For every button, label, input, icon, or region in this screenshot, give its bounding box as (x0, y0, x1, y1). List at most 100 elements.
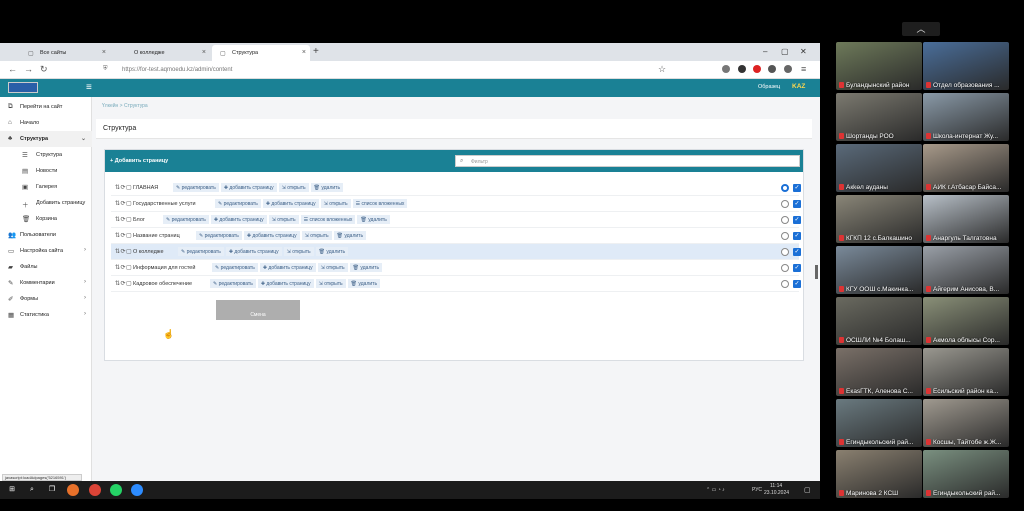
participant-video-tile[interactable]: Егиндыкольский рай... (836, 399, 922, 447)
row-action-button[interactable]: ✚ добавить страницу (243, 231, 300, 240)
participant-video-tile[interactable]: Буландынский район (836, 42, 922, 90)
row-action-button[interactable]: ✎ редактировать (212, 263, 258, 272)
extension-red-icon[interactable] (753, 65, 761, 73)
participant-video-tile[interactable]: Акмола облысы Сор... (923, 297, 1009, 345)
row-action-button[interactable]: ✚ добавить страницу (257, 279, 314, 288)
row-action-button[interactable]: 🗑 удалить (347, 279, 381, 288)
sidebar-item-go-to-site[interactable]: ⧉ Перейти на сайт (0, 99, 92, 115)
structure-row[interactable]: ⇅⟳▢ Блог ✎ редактировать ✚ добавить страниц… (111, 212, 801, 228)
participant-video-tile[interactable]: КГКП 12 с.Балкашино (836, 195, 922, 243)
row-action-button[interactable]: ✎ редактировать (215, 199, 261, 208)
row-action-button[interactable]: ☰ список вложенных (300, 215, 356, 224)
row-action-button[interactable]: ⇲ открыть (320, 199, 351, 208)
close-icon[interactable]: × (102, 49, 106, 56)
tab-about[interactable]: О колледже × (114, 45, 210, 61)
sidebar-item-users[interactable]: 👥 Пользователи (0, 227, 92, 243)
row-title[interactable]: Информация для гостей (133, 265, 195, 271)
row-action-button[interactable]: ✚ добавить страницу (262, 199, 319, 208)
structure-row[interactable]: ⇅⟳▢ Кадровое обеспечение ✎ редактировать ✚ … (111, 276, 801, 292)
close-icon[interactable]: × (302, 49, 306, 56)
new-tab-icon[interactable]: + (313, 46, 319, 57)
whatsapp-icon[interactable] (110, 484, 122, 496)
download-icon[interactable] (768, 65, 776, 73)
back-icon[interactable]: ← (8, 64, 17, 74)
language-switch[interactable]: KAZ (792, 83, 805, 90)
row-action-button[interactable]: ⇲ открыть (283, 247, 314, 256)
sidebar-subitem-gallery[interactable]: ▣ Галерея (0, 179, 92, 195)
row-action-button[interactable]: ✚ добавить страницу (210, 215, 267, 224)
keyboard-language[interactable]: РУС (752, 487, 762, 493)
chevron-up-icon[interactable]: ︿ (902, 22, 940, 36)
sidebar-subitem-news[interactable]: ▤ Новости (0, 163, 92, 179)
row-action-button[interactable]: ✎ редактировать (163, 215, 209, 224)
row-checkbox[interactable]: ✓ (793, 200, 801, 208)
row-action-button[interactable]: 🗑 удалить (349, 263, 383, 272)
row-action-button[interactable]: 🗑 удалить (315, 247, 349, 256)
participant-video-tile[interactable]: Косшы, Тайтобе ж.Ж... (923, 399, 1009, 447)
structure-row[interactable]: ⇅⟳▢ Государственные услуги ✎ редактировать… (111, 196, 801, 212)
participant-video-tile[interactable]: Айгерим Анисова, В... (923, 246, 1009, 294)
participant-video-tile[interactable]: Школа-интернат Жу... (923, 93, 1009, 141)
site-logo[interactable] (8, 82, 38, 93)
extensions-icon[interactable] (784, 65, 792, 73)
row-title[interactable]: Кадровое обеспечение (133, 281, 192, 287)
row-action-button[interactable]: ✎ редактировать (210, 279, 256, 288)
row-action-button[interactable]: ✚ добавить страницу (259, 263, 316, 272)
row-radio[interactable] (781, 248, 789, 256)
url-field[interactable]: ⛨ https://for-test.aqmoedu.kz/admin/cont… (100, 64, 670, 76)
drag-handle-icon[interactable]: ⇅⟳▢ (115, 184, 132, 191)
sidebar-item-structure[interactable]: ♣ Структура ⌄ (0, 131, 92, 147)
tray-icons[interactable]: ⌃ ▭ ◔ ♪ (706, 487, 725, 493)
windows-start-icon[interactable]: ⊞ (6, 484, 18, 496)
row-action-button[interactable]: ⇲ открыть (268, 215, 299, 224)
sidebar-subitem-trash[interactable]: 🗑 Корзина (0, 211, 92, 227)
hamburger-icon[interactable]: ≡ (86, 82, 92, 93)
participant-video-tile[interactable]: Маринова 2 КСШ (836, 450, 922, 498)
sidebar-item-files[interactable]: ▰ Файлы (0, 259, 92, 275)
chrome-icon[interactable] (89, 484, 101, 496)
structure-row[interactable]: ⇅⟳▢ Информация для гостей ✎ редактировать ✚… (111, 260, 801, 276)
row-title[interactable]: Блог (133, 217, 145, 223)
row-radio[interactable] (781, 184, 789, 192)
row-title[interactable]: Название страниц (133, 233, 180, 239)
structure-row[interactable]: ⇅⟳▢ О колледже ✎ редактировать ✚ добавить с… (111, 244, 801, 260)
task-view-icon[interactable]: ❐ (46, 484, 58, 496)
sidebar-item-settings[interactable]: ▭ Настройка сайта › (0, 243, 92, 259)
row-checkbox[interactable]: ✓ (793, 216, 801, 224)
drag-handle-icon[interactable]: ⇅⟳▢ (115, 200, 132, 207)
participant-video-tile[interactable]: Акkөл ауданы (836, 144, 922, 192)
row-checkbox[interactable]: ✓ (793, 184, 801, 192)
window-close-icon[interactable]: ✕ (800, 47, 807, 56)
row-action-button[interactable]: 🗑 удалить (357, 215, 390, 224)
row-action-button[interactable]: ✎ редактировать (173, 183, 219, 192)
participant-video-tile[interactable]: ОСШЛИ №4 Болаш... (836, 297, 922, 345)
row-radio[interactable] (781, 264, 789, 272)
participant-video-tile[interactable]: КГУ ООШ с.Макинка... (836, 246, 922, 294)
sidebar-subitem-add-page[interactable]: ＋ Добавить страницу (0, 195, 92, 211)
bookmark-star-icon[interactable]: ☆ (658, 64, 666, 75)
sidebar-item-stats[interactable]: ▦ Статистика › (0, 307, 92, 323)
structure-row[interactable]: ⇅⟳▢ ГЛАВНАЯ ✎ редактировать ✚ добавить стра… (111, 180, 801, 196)
row-action-button[interactable]: ✚ добавить страницу (225, 247, 282, 256)
firefox-icon[interactable] (67, 484, 79, 496)
search-icon[interactable]: ⌕ (26, 484, 38, 496)
extension-dark-icon[interactable] (738, 65, 746, 73)
participant-video-tile[interactable]: Шортанды РОО (836, 93, 922, 141)
row-action-button[interactable]: ✎ редактировать (196, 231, 242, 240)
pocket-icon[interactable] (722, 65, 730, 73)
forward-icon[interactable]: → (24, 64, 33, 74)
participant-video-tile[interactable]: Егиндыкольский рай... (923, 450, 1009, 498)
row-radio[interactable] (781, 280, 789, 288)
structure-row[interactable]: ⇅⟳▢ Название страниц ✎ редактировать ✚ доба… (111, 228, 801, 244)
sidebar-subitem-structure[interactable]: ☰ Структура (0, 147, 92, 163)
drag-handle-icon[interactable]: ⇅⟳▢ (115, 264, 132, 271)
menu-icon[interactable]: ≡ (801, 64, 806, 74)
row-checkbox[interactable]: ✓ (793, 232, 801, 240)
row-checkbox[interactable]: ✓ (793, 264, 801, 272)
drag-handle-icon[interactable]: ⇅⟳▢ (115, 280, 132, 287)
row-action-button[interactable]: ⇲ открыть (278, 183, 309, 192)
participant-video-tile[interactable]: Есильский район ка... (923, 348, 1009, 396)
row-action-button[interactable]: ⇲ открыть (301, 231, 332, 240)
sidebar-item-home[interactable]: ⌂ Начало (0, 115, 92, 131)
header-link[interactable]: Образец (758, 84, 780, 90)
